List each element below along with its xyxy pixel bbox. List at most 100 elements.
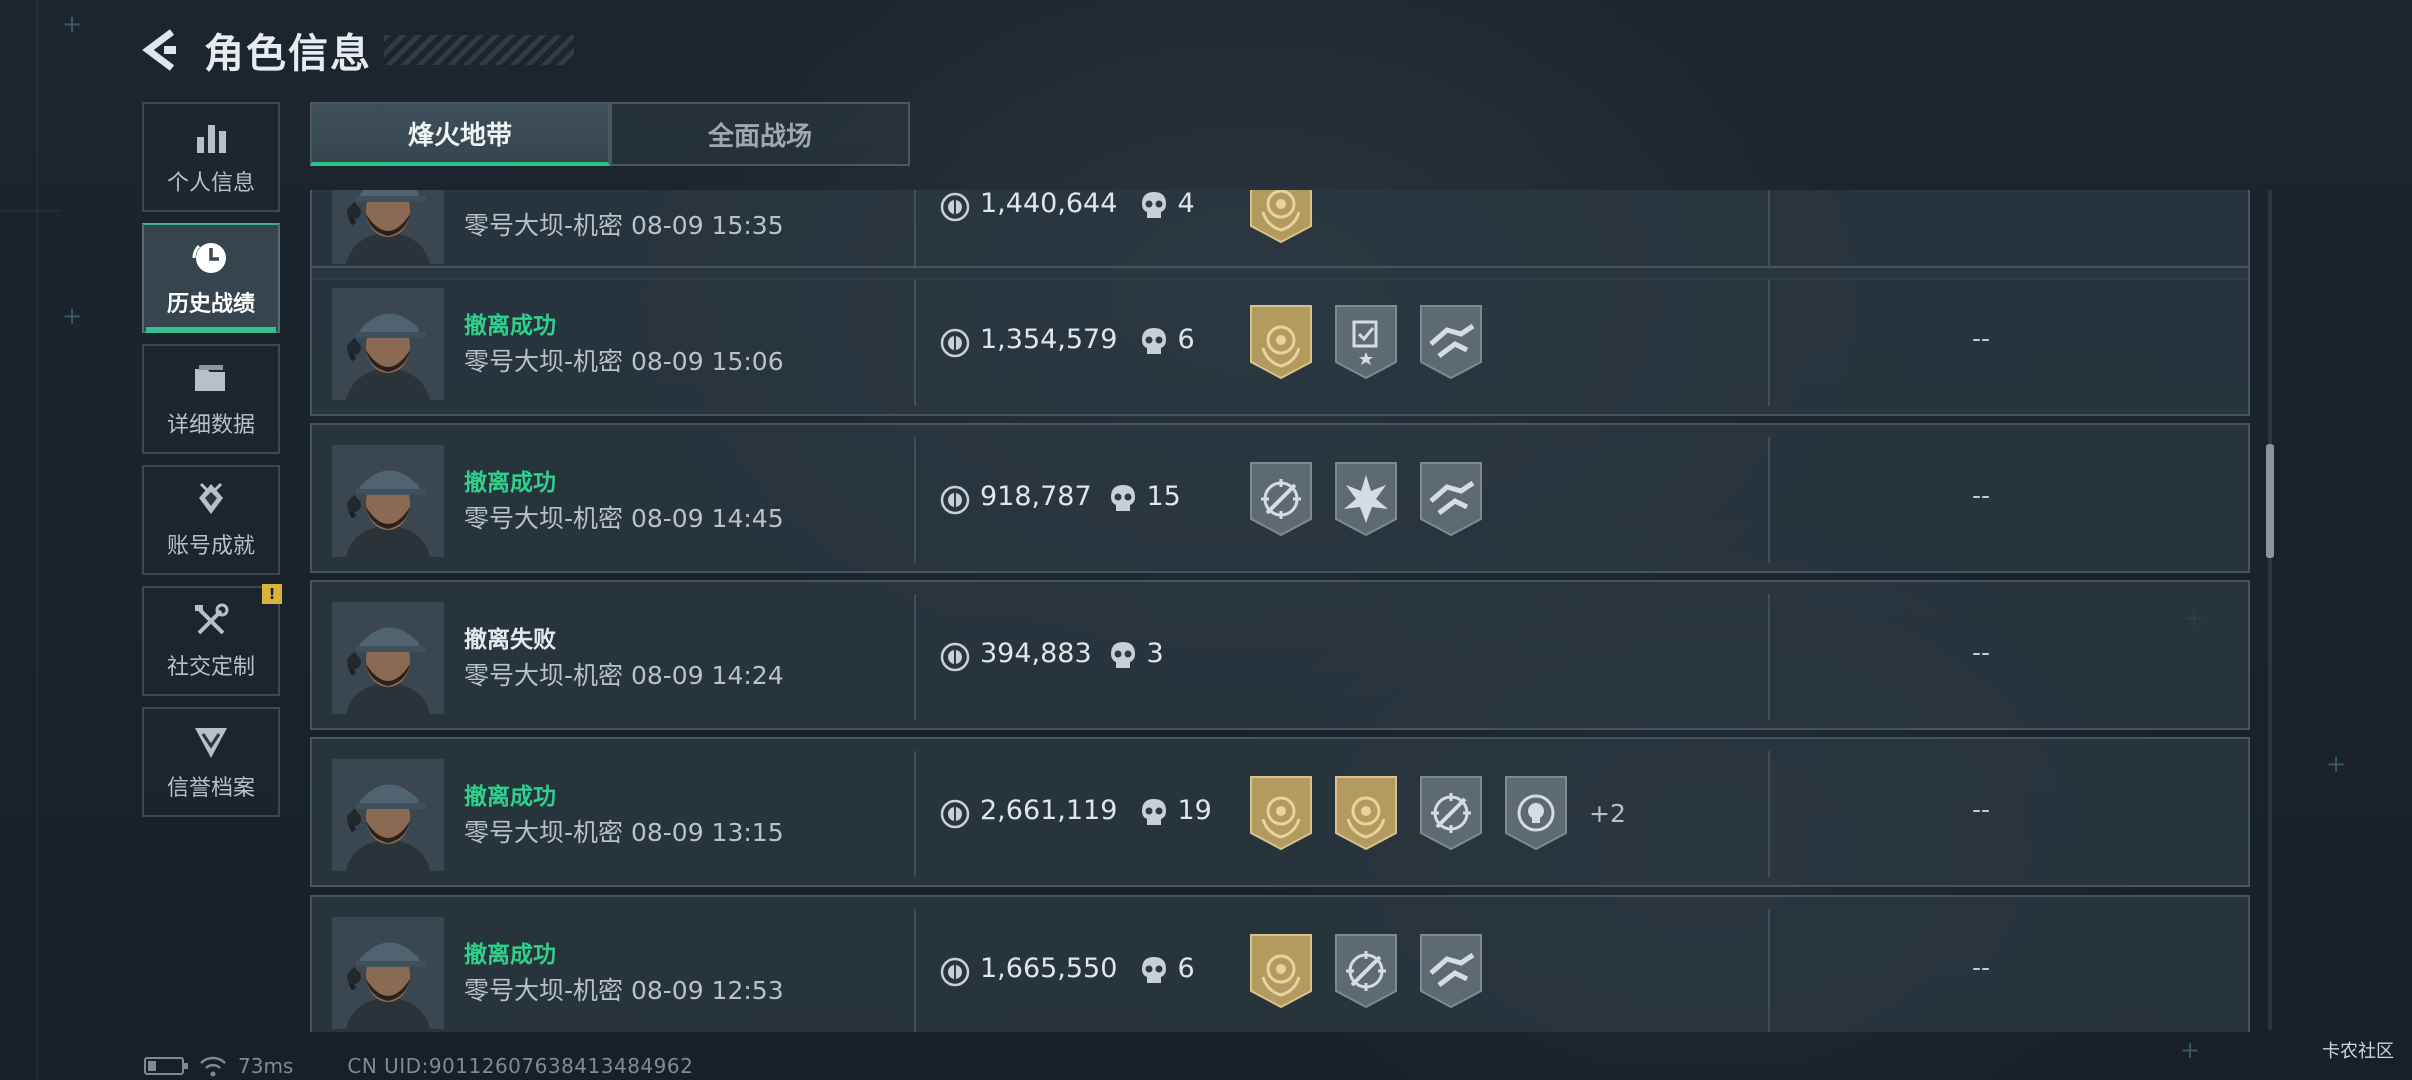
page-title: 角色信息	[204, 31, 372, 77]
extra-info: --	[1972, 638, 1991, 667]
sidebar-item-label: 信誉档案	[166, 776, 255, 801]
wifi-icon	[200, 1056, 226, 1077]
map-and-time: 零号大坝-机密 08-09 14:24	[464, 661, 784, 690]
sidebar-item-label: 社交定制	[166, 655, 255, 680]
uid-text: CN UID:9011260763841348496​2	[347, 1054, 694, 1078]
bg-plus: +	[2326, 750, 2347, 778]
haul-value: 2,661,119	[980, 795, 1118, 826]
tab-all-out-warfare[interactable]: 全面战场	[610, 102, 910, 166]
column-divider	[914, 280, 916, 406]
bg-grid-line	[36, 0, 38, 1080]
gold-medal-icon[interactable]	[1332, 775, 1400, 851]
gold-medal-icon[interactable]	[1247, 933, 1315, 1009]
sidebar-item-history[interactable]: 历史战绩	[142, 223, 280, 333]
medal-list	[1247, 304, 1504, 380]
extra-info: --	[1972, 953, 1991, 982]
skull-kills-icon	[1141, 799, 1166, 825]
map-and-time: 零号大坝-机密 08-09 12:53	[464, 976, 784, 1005]
column-divider	[1768, 280, 1770, 406]
haul-value: 1,665,550	[980, 953, 1118, 984]
crosshair-knife-badge-icon[interactable]	[1332, 933, 1400, 1009]
extraction-status: 撤离成功	[464, 470, 556, 496]
operator-avatar	[332, 190, 444, 264]
match-record-row[interactable]: 撤离成功 零号大坝-机密 08-09 12:53 1,665,550 6 --	[310, 895, 2250, 1032]
extraction-status: 撤离成功	[464, 942, 556, 968]
gold-medal-icon[interactable]	[1247, 304, 1315, 380]
back-arrow-icon[interactable]	[140, 26, 188, 74]
extraction-status: 撤离成功	[464, 313, 556, 339]
match-record-row[interactable]: 撤离成功 零号大坝-机密 08-09 14:45 918,787 15 --	[310, 423, 2250, 573]
page-header: 角色信息	[140, 22, 574, 78]
match-record-row[interactable]: 撤离成功 零号大坝-机密 08-09 15:06 1,354,579 6 --	[310, 266, 2250, 416]
sidebar-item-personal-info[interactable]: 个人信息	[142, 102, 280, 212]
currency-coin-icon	[940, 328, 970, 358]
haul-value: 1,354,579	[980, 324, 1118, 355]
medal-list	[1247, 933, 1504, 1009]
crosshair-knife-badge-icon[interactable]	[1417, 775, 1485, 851]
tab-hazard-zone[interactable]: 烽火地带	[310, 102, 610, 166]
currency-coin-icon	[940, 192, 970, 222]
operator-avatar	[332, 917, 444, 1029]
kill-count: 19	[1177, 795, 1212, 826]
battery-icon	[144, 1057, 188, 1075]
column-divider	[1768, 751, 1770, 877]
match-history-list[interactable]: 零号大坝-机密 08-09 15:35 1,440,644 4 撤离成功 零号大坝-机密…	[310, 190, 2250, 1032]
column-divider	[914, 751, 916, 877]
column-divider	[1768, 594, 1770, 720]
skull-kills-icon	[1110, 642, 1135, 668]
medal-list	[1247, 190, 1334, 244]
column-divider	[914, 437, 916, 563]
sidebar-item-label: 账号成就	[166, 534, 255, 559]
column-divider	[914, 594, 916, 720]
haul-value: 394,883	[980, 638, 1092, 669]
checklist-star-badge-icon[interactable]	[1332, 304, 1400, 380]
more-medals-count[interactable]: +2	[1589, 799, 1626, 828]
scrollbar-track[interactable]	[2268, 190, 2272, 1030]
explosion-badge-icon[interactable]	[1332, 461, 1400, 537]
operator-avatar	[332, 288, 444, 400]
kill-count: 3	[1146, 638, 1164, 669]
bg-grid-line	[0, 210, 60, 212]
skull-target-badge-icon[interactable]	[1502, 775, 1570, 851]
sidebar-item-label: 个人信息	[166, 171, 255, 196]
skull-kills-icon	[1141, 957, 1166, 983]
haul-value: 918,787	[980, 481, 1092, 512]
kill-count: 6	[1177, 324, 1195, 355]
operator-avatar	[332, 759, 444, 871]
shield-chevron-icon	[195, 728, 227, 758]
sidebar-item-label: 历史战绩	[166, 292, 255, 317]
match-record-row[interactable]: 撤离成功 零号大坝-机密 08-09 13:15 2,661,119 19 +2 --	[310, 737, 2250, 887]
handoff-badge-icon[interactable]	[1417, 933, 1485, 1009]
match-record-row[interactable]: 撤离失败零号大坝-机密 08-09 14:24 394,883 3 --	[310, 580, 2250, 730]
gold-medal-icon[interactable]	[1247, 775, 1315, 851]
sidebar-item-achievements[interactable]: 账号成就	[142, 465, 280, 575]
column-divider	[1768, 909, 1770, 1032]
column-divider	[1768, 190, 1770, 270]
handoff-badge-icon[interactable]	[1417, 461, 1485, 537]
bg-plus: +	[2180, 1036, 2201, 1064]
kill-count: 4	[1177, 190, 1195, 219]
latency-text: 73ms	[238, 1054, 294, 1078]
sidebar-item-social[interactable]: 社交定制 !	[142, 584, 282, 696]
sidebar-item-reputation[interactable]: 信誉档案	[142, 707, 280, 817]
haul-value: 1,440,644	[980, 190, 1118, 219]
handoff-badge-icon[interactable]	[1417, 304, 1485, 380]
crosshair-rifle-badge-icon[interactable]	[1247, 461, 1315, 537]
map-and-time: 零号大坝-机密 08-09 15:35	[464, 211, 784, 240]
clock-history-icon	[192, 243, 226, 273]
currency-coin-icon	[940, 485, 970, 515]
extraction-status: 撤离失败	[464, 627, 556, 653]
achievement-icon	[199, 482, 223, 514]
bg-plus: +	[62, 302, 83, 330]
extraction-status: 撤离成功	[464, 784, 556, 810]
title-decoration	[384, 35, 574, 65]
sidebar-item-detail-data[interactable]: 详细数据	[142, 344, 280, 454]
column-divider	[914, 909, 916, 1032]
skull-kills-icon	[1110, 485, 1135, 511]
operator-avatar	[332, 602, 444, 714]
bar-chart-icon	[197, 125, 226, 153]
gold-medal-icon[interactable]	[1247, 190, 1315, 244]
extra-info: --	[1972, 795, 1991, 824]
scrollbar-thumb[interactable]	[2266, 444, 2274, 558]
mode-tabs: 烽火地带 全面战场	[310, 102, 910, 166]
